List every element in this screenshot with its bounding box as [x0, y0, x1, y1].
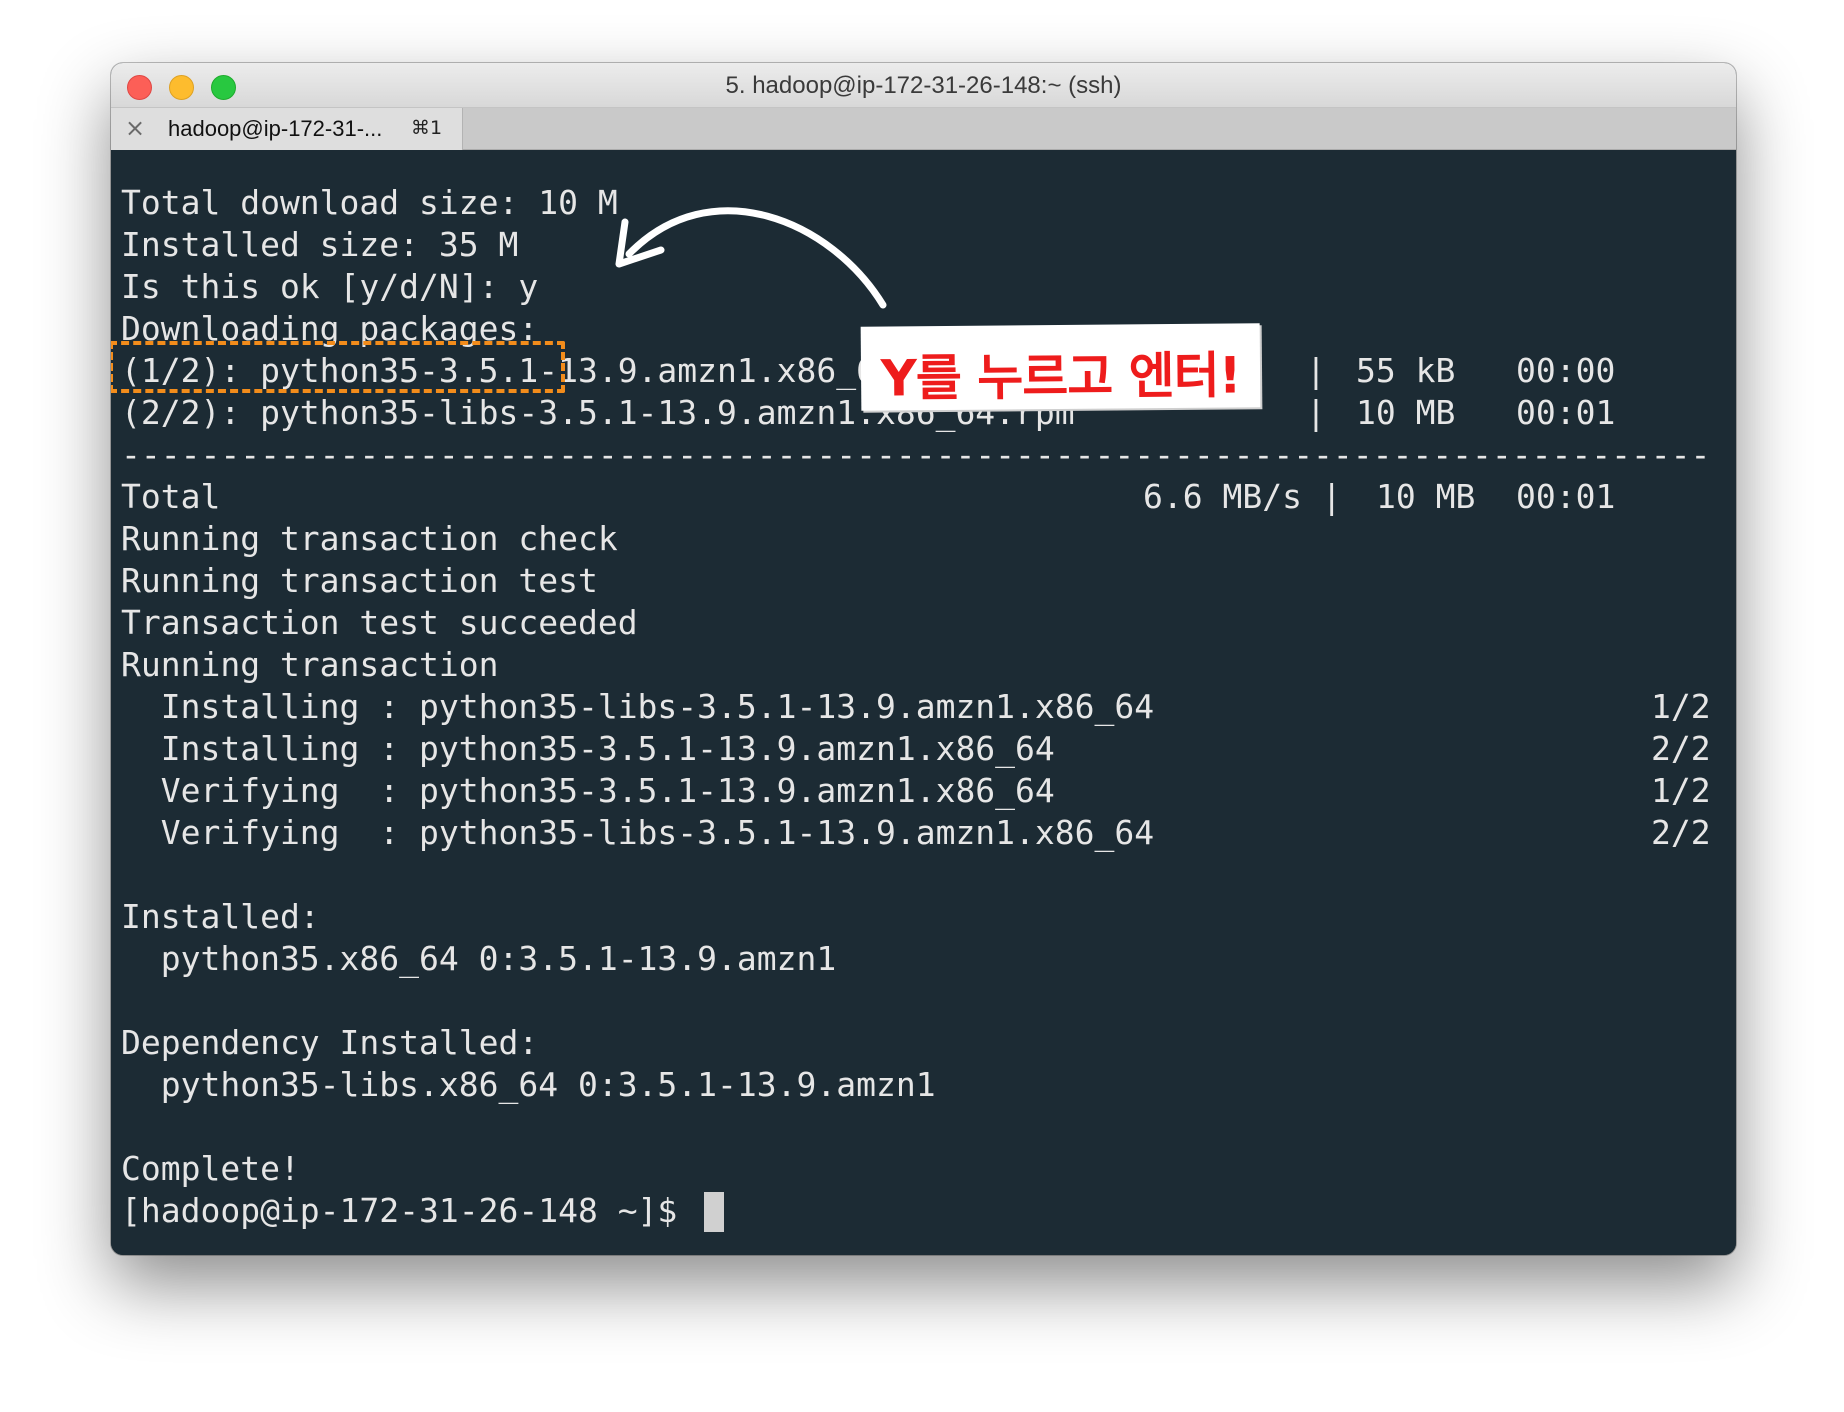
transaction-success-line: Transaction test succeeded	[121, 603, 638, 642]
total-rate: 6.6 MB/s |	[1143, 477, 1342, 516]
text-cursor	[704, 1192, 724, 1232]
dependency-header: Dependency Installed:	[121, 1023, 539, 1062]
download-size-line: Total download size: 10 M	[121, 183, 618, 222]
close-tab-icon[interactable]: ×	[125, 115, 145, 141]
highlight-box	[111, 341, 565, 393]
step-line: Installing : python35-libs-3.5.1-13.9.am…	[121, 687, 1155, 726]
step-line: Verifying : python35-3.5.1-13.9.amzn1.x8…	[121, 771, 1055, 810]
dependency-package: python35-libs.x86_64 0:3.5.1-13.9.amzn1	[121, 1065, 936, 1104]
running-transaction-line: Running transaction	[121, 645, 499, 684]
package-1-separator: |	[1306, 351, 1326, 390]
package-1-size: 55 kB	[1356, 351, 1456, 390]
step-line: Verifying : python35-libs-3.5.1-13.9.amz…	[121, 813, 1155, 852]
tab-session-1[interactable]: × hadoop@ip-172-31-... ⌘1	[111, 108, 463, 150]
package-2-time: 00:01	[1516, 393, 1616, 432]
installed-size-line: Installed size: 35 M	[121, 225, 519, 264]
title-bar[interactable]: 5. hadoop@ip-172-31-26-148:~ (ssh)	[111, 63, 1736, 108]
terminal-output[interactable]: Total download size: 10 M Installed size…	[111, 150, 1736, 1255]
step-line: Installing : python35-3.5.1-13.9.amzn1.x…	[121, 729, 1055, 768]
package-1-time: 00:00	[1516, 351, 1616, 390]
installed-header: Installed:	[121, 897, 320, 936]
complete-line: Complete!	[121, 1149, 300, 1188]
window-title: 5. hadoop@ip-172-31-26-148:~ (ssh)	[725, 72, 1122, 99]
transaction-test-line: Running transaction test	[121, 561, 598, 600]
arrow-icon	[615, 207, 887, 309]
tab-bar: × hadoop@ip-172-31-... ⌘1	[111, 108, 1736, 150]
transaction-check-line: Running transaction check	[121, 519, 618, 558]
total-label: Total	[121, 477, 221, 516]
step-count: 2/2	[1651, 729, 1711, 768]
callout-note: Y를 누르고 엔터!	[860, 323, 1261, 411]
installed-package: python35.x86_64 0:3.5.1-13.9.amzn1	[121, 939, 837, 978]
divider-line: ----------------------------------------…	[121, 435, 1711, 474]
total-time: 00:01	[1516, 477, 1616, 516]
step-count: 2/2	[1651, 813, 1711, 852]
total-size: 10 MB	[1376, 477, 1476, 516]
tab-shortcut: ⌘1	[411, 117, 443, 139]
terminal-window: 5. hadoop@ip-172-31-26-148:~ (ssh) × had…	[111, 63, 1736, 1255]
step-count: 1/2	[1651, 687, 1711, 726]
step-count: 1/2	[1651, 771, 1711, 810]
tab-label: hadoop@ip-172-31-...	[168, 116, 383, 141]
package-2-separator: |	[1306, 393, 1326, 432]
package-2-size: 10 MB	[1356, 393, 1456, 432]
confirm-prompt-line: Is this ok [y/d/N]: y	[121, 267, 539, 306]
callout-text: Y를 누르고 엔터!	[880, 346, 1241, 408]
shell-prompt: [hadoop@ip-172-31-26-148 ~]$	[121, 1191, 698, 1230]
